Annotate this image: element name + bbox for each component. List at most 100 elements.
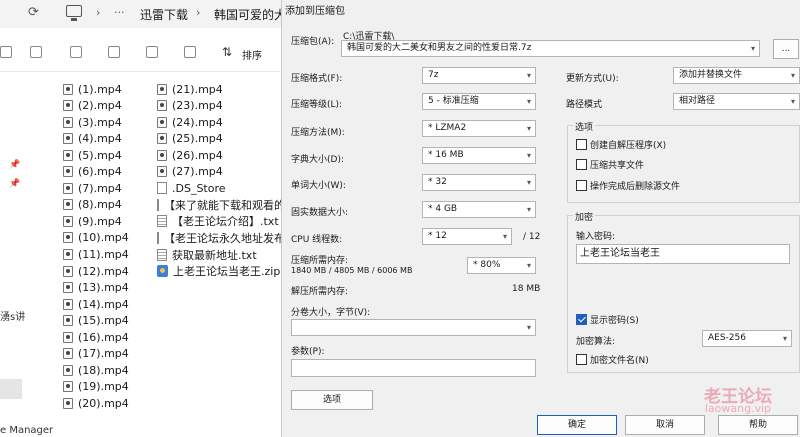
chevron-down-icon[interactable]: ▾ <box>751 41 755 56</box>
file-name: 【来了就能下载和观看的论 <box>164 198 281 212</box>
cpu-threads-select[interactable]: * 12 ▾ <box>422 228 512 245</box>
rename-icon[interactable] <box>108 46 120 58</box>
file-list-item[interactable]: (8).mp4 <box>63 197 122 213</box>
path-mode-select[interactable]: 相对路径 ▾ <box>673 93 800 110</box>
breadcrumb-item[interactable]: 迅雷下载 <box>140 6 188 23</box>
file-list-item[interactable]: (11).mp4 <box>63 247 129 263</box>
file-name: (19).mp4 <box>78 380 129 394</box>
this-pc-icon[interactable] <box>66 5 82 21</box>
file-list-item[interactable]: (9).mp4 <box>63 213 122 229</box>
level-value: 5 - 标准压缩 <box>428 96 479 106</box>
file-list-item[interactable]: (14).mp4 <box>63 296 129 312</box>
file-list-item[interactable]: (19).mp4 <box>63 379 129 395</box>
file-list-item[interactable]: (12).mp4 <box>63 263 129 279</box>
file-list-item[interactable]: (20).mp4 <box>63 395 129 411</box>
format-label: 压缩格式(F): <box>291 74 343 84</box>
password-input[interactable]: 上老王论坛当老王 <box>576 244 790 264</box>
text-file-icon <box>157 215 167 228</box>
paste-icon[interactable] <box>70 46 82 58</box>
file-list-item[interactable]: .DS_Store <box>157 180 226 196</box>
video-file-icon <box>63 397 73 409</box>
dictionary-select[interactable]: * 16 MB ▾ <box>422 147 536 164</box>
more-breadcrumbs-icon[interactable]: ··· <box>114 6 125 19</box>
breadcrumb-item[interactable]: 韩国可爱的大 <box>214 6 286 23</box>
file-list-item[interactable]: (18).mp4 <box>63 362 129 378</box>
path-mode-value: 相对路径 <box>679 96 716 106</box>
show-password-checkbox[interactable]: 显示密码(S) <box>576 313 639 326</box>
sort-icon[interactable]: ⇅ <box>222 45 232 59</box>
cut-icon[interactable] <box>0 46 12 58</box>
file-list-item[interactable]: (17).mp4 <box>63 346 129 362</box>
file-list-item[interactable]: (24).mp4 <box>157 114 223 130</box>
file-list-item[interactable]: 【老王论坛介绍】.txt <box>157 213 279 229</box>
file-list-item[interactable]: (23).mp4 <box>157 98 223 114</box>
sidebar-item-label[interactable]: e Manager <box>0 425 53 436</box>
file-list-item[interactable]: 获取最新地址.txt <box>157 247 257 263</box>
file-list-item[interactable]: (7).mp4 <box>63 180 122 196</box>
path-mode-label: 路径模式 <box>566 100 603 110</box>
dialog-title: 添加到压缩包 <box>285 6 345 17</box>
delete-after-checkbox[interactable]: 操作完成后删除源文件 <box>576 179 680 192</box>
word-size-select[interactable]: * 32 ▾ <box>422 174 536 191</box>
split-volume-combo[interactable]: ▾ <box>291 319 536 336</box>
level-select[interactable]: 5 - 标准压缩 ▾ <box>422 93 536 110</box>
parameters-input[interactable] <box>291 359 536 377</box>
options-button[interactable]: 选项 <box>291 390 373 410</box>
file-name: (5).mp4 <box>78 148 122 162</box>
ok-button[interactable]: 确定 <box>537 415 617 435</box>
method-select[interactable]: * LZMA2 ▾ <box>422 120 536 137</box>
video-file-icon <box>157 100 167 112</box>
file-list-item[interactable]: 上老王论坛当老王.zip <box>157 263 280 279</box>
file-name: (21).mp4 <box>172 82 223 96</box>
video-file-icon <box>63 232 73 244</box>
update-mode-select[interactable]: 添加并替换文件 ▾ <box>673 67 800 84</box>
refresh-icon[interactable]: ⟳ <box>28 6 39 19</box>
encrypt-names-checkbox[interactable]: 加密文件名(N) <box>576 353 649 366</box>
create-sfx-checkbox[interactable]: 创建自解压程序(X) <box>576 138 666 151</box>
file-list-item[interactable]: (26).mp4 <box>157 147 223 163</box>
help-button[interactable]: 帮助 <box>718 415 798 435</box>
video-file-icon <box>157 133 167 145</box>
file-name: (10).mp4 <box>78 231 129 245</box>
solid-block-select[interactable]: * 4 GB ▾ <box>422 201 536 218</box>
file-list-item[interactable]: 【来了就能下载和观看的论 <box>157 197 281 213</box>
video-file-icon <box>63 249 73 260</box>
update-mode-value: 添加并替换文件 <box>679 70 743 80</box>
shared-files-checkbox[interactable]: 压缩共享文件 <box>576 158 644 171</box>
sidebar-selected-item[interactable] <box>0 379 22 399</box>
file-list-item[interactable]: (27).mp4 <box>157 164 223 180</box>
file-list-item[interactable]: (15).mp4 <box>63 313 129 329</box>
file-name: (2).mp4 <box>78 99 122 113</box>
file-list-item[interactable]: (16).mp4 <box>63 329 129 345</box>
file-list-item[interactable]: (13).mp4 <box>63 280 129 296</box>
sort-button[interactable]: 排序 <box>242 47 262 62</box>
format-select[interactable]: 7z ▾ <box>422 67 536 84</box>
video-file-icon <box>63 348 73 360</box>
memory-usage-select[interactable]: * 80% ▾ <box>467 257 536 274</box>
file-list-item[interactable]: (3).mp4 <box>63 114 122 130</box>
pin-icon: 📌 <box>9 179 21 189</box>
file-list-item[interactable]: (2).mp4 <box>63 98 122 114</box>
chevron-down-icon: ▾ <box>526 71 531 80</box>
file-list-item[interactable]: 【老王论坛永久地址发布页 <box>157 230 281 246</box>
file-list-item[interactable]: (10).mp4 <box>63 230 129 246</box>
file-list-item[interactable]: (25).mp4 <box>157 131 223 147</box>
delete-icon[interactable] <box>184 46 196 58</box>
file-list-item[interactable]: (5).mp4 <box>63 147 122 163</box>
file-list-item[interactable]: (6).mp4 <box>63 164 122 180</box>
file-list-item[interactable]: (1).mp4 <box>63 81 122 97</box>
watermark-url: laowang.vip <box>704 402 772 415</box>
chevron-down-icon: ▾ <box>502 232 507 241</box>
file-list-item[interactable]: (21).mp4 <box>157 81 223 97</box>
copy-icon[interactable] <box>30 46 42 58</box>
browse-button[interactable]: ... <box>773 39 799 59</box>
file-name: 上老王论坛当老王.zip <box>173 265 281 279</box>
sidebar-item-label[interactable]: 湧s讲 <box>0 308 25 323</box>
encryption-method-select[interactable]: AES-256 ▾ <box>702 330 792 347</box>
video-file-icon <box>63 331 73 343</box>
zip-file-icon <box>157 265 168 278</box>
archive-name-combo[interactable]: 韩国可爱的大二美女和男友之间的性爱日常.7z ▾ <box>341 40 760 57</box>
file-list-item[interactable]: (4).mp4 <box>63 131 122 147</box>
share-icon[interactable] <box>146 46 158 58</box>
cancel-button[interactable]: 取消 <box>625 415 705 435</box>
